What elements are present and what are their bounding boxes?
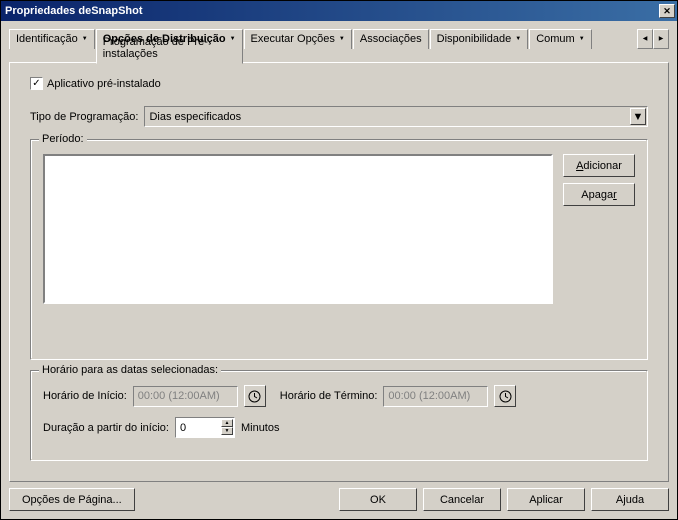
tab-scroll-left[interactable]: ◀ [637, 29, 653, 49]
dropdown-button[interactable]: ▼ [630, 108, 646, 125]
close-button[interactable]: ✕ [659, 4, 675, 18]
periodo-body: Adicionar Apagar [43, 154, 635, 304]
tab-label: Associações [360, 33, 422, 45]
periodo-title: Período: [39, 133, 87, 145]
time-row: Horário de Início: 00:00 (12:00AM) Horár… [43, 385, 635, 407]
spacer [141, 488, 333, 511]
termino-input[interactable]: 00:00 (12:00AM) [383, 386, 488, 407]
inicio-input[interactable]: 00:00 (12:00AM) [133, 386, 238, 407]
ok-button[interactable]: OK [339, 488, 417, 511]
duracao-value: 0 [180, 422, 186, 434]
chevron-down-icon: ▼ [82, 36, 88, 42]
preinstalled-checkbox[interactable]: ✓ [30, 77, 43, 90]
tab-label: Comum [536, 33, 575, 45]
duration-row: Duração a partir do início: 0 ▲ ▼ Minuto… [43, 417, 635, 438]
tipo-label: Tipo de Programação: [30, 111, 138, 123]
chevron-left-icon: ◀ [643, 36, 648, 42]
tab-label: Disponibilidade [437, 33, 512, 45]
tab-opcoes-distribuicao[interactable]: Opções de Distribuição ▼ Programação de … [96, 29, 243, 64]
help-button[interactable]: Ajuda [591, 488, 669, 511]
content-area: Identificação ▼ Opções de Distribuição ▼… [1, 21, 677, 488]
duracao-label: Duração a partir do início: [43, 422, 169, 434]
spin-up[interactable]: ▲ [221, 419, 233, 427]
titlebar-title: Propriedades deSnapShot [5, 5, 659, 17]
chevron-down-icon: ▼ [515, 36, 521, 42]
inicio-label: Horário de Início: [43, 390, 127, 402]
tab-label: Identificação [16, 33, 78, 45]
inicio-clock-button[interactable] [244, 385, 266, 407]
clock-icon [499, 390, 512, 403]
spin-down[interactable]: ▼ [221, 427, 233, 435]
titlebar: Propriedades deSnapShot ✕ [1, 1, 677, 21]
spinner-buttons: ▲ ▼ [221, 419, 233, 435]
tab-executar-opcoes[interactable]: Executar Opções ▼ [244, 29, 352, 49]
cancel-button[interactable]: Cancelar [423, 488, 501, 511]
tipo-value: Dias especificados [149, 111, 241, 123]
page-options-button[interactable]: Opções de Página... [9, 488, 135, 511]
duracao-unit: Minutos [241, 422, 280, 434]
tab-label: Executar Opções [251, 33, 335, 45]
preinstalled-row: ✓ Aplicativo pré-instalado [30, 77, 654, 90]
tab-panel: ✓ Aplicativo pré-instalado Tipo de Progr… [9, 62, 669, 482]
tab-disponibilidade[interactable]: Disponibilidade ▼ [430, 29, 529, 49]
dialog-window: Propriedades deSnapShot ✕ Identificação … [0, 0, 678, 520]
horario-group: Horário para as datas selecionadas: Horá… [30, 370, 648, 461]
tab-nav: ◀ ▶ [637, 29, 669, 49]
duracao-spinner[interactable]: 0 ▲ ▼ [175, 417, 235, 438]
termino-label: Horário de Término: [280, 390, 378, 402]
apply-button[interactable]: Aplicar [507, 488, 585, 511]
chevron-down-icon: ▼ [633, 111, 644, 123]
apagar-button[interactable]: Apagar [563, 183, 635, 206]
preinstalled-label: Aplicativo pré-instalado [47, 78, 161, 90]
periodo-group: Período: Adicionar Apagar [30, 139, 648, 360]
tab-identificacao[interactable]: Identificação ▼ [9, 29, 95, 49]
chevron-right-icon: ▶ [659, 36, 664, 42]
tab-comum[interactable]: Comum ▼ [529, 29, 591, 49]
chevron-down-icon: ▼ [339, 36, 345, 42]
tab-subtitle: Programação de Pré-instalações [103, 36, 242, 60]
periodo-listbox[interactable] [43, 154, 553, 304]
termino-clock-button[interactable] [494, 385, 516, 407]
clock-icon [248, 390, 261, 403]
tab-strip: Identificação ▼ Opções de Distribuição ▼… [9, 29, 669, 63]
bottom-bar: Opções de Página... OK Cancelar Aplicar … [1, 488, 677, 519]
tipo-row: Tipo de Programação: Dias especificados … [30, 106, 648, 127]
chevron-down-icon: ▼ [579, 36, 585, 42]
tipo-select[interactable]: Dias especificados ▼ [144, 106, 648, 127]
tab-associacoes[interactable]: Associações [353, 29, 429, 49]
adicionar-button[interactable]: Adicionar [563, 154, 635, 177]
horario-title: Horário para as datas selecionadas: [39, 364, 221, 376]
periodo-buttons: Adicionar Apagar [563, 154, 635, 304]
tab-scroll-right[interactable]: ▶ [653, 29, 669, 49]
